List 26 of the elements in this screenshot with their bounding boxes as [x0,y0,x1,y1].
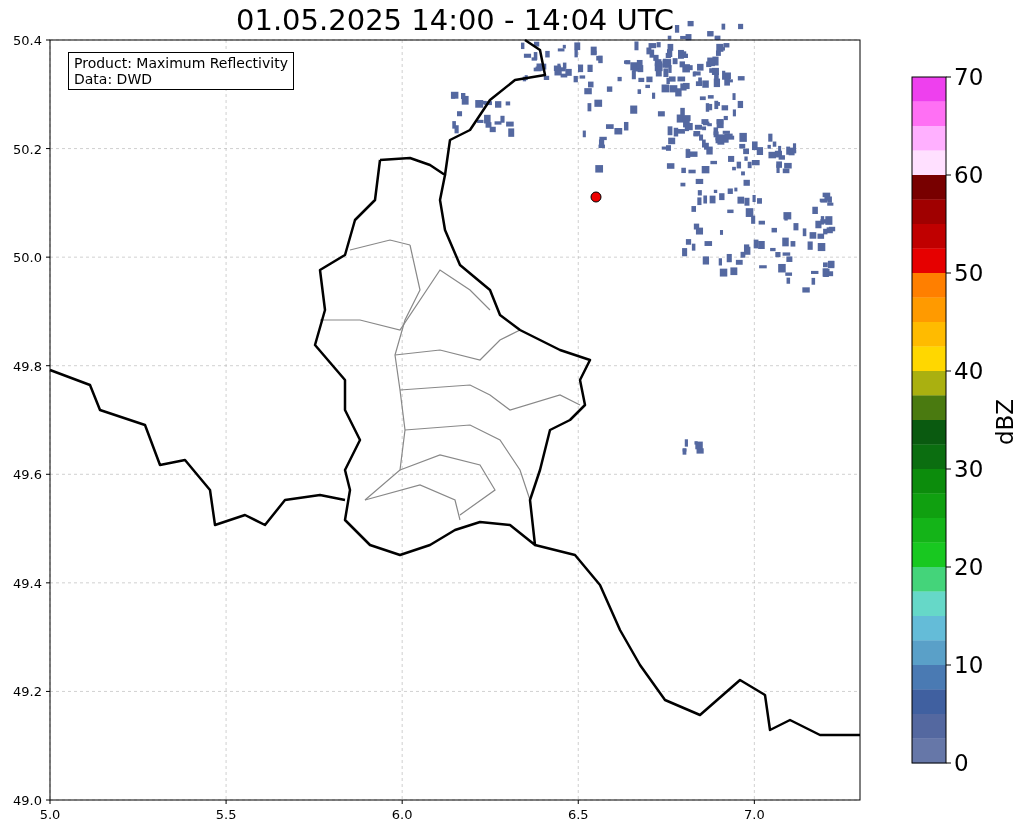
colorbar-tick-label: 30 [954,456,984,482]
y-tick-label: 49.0 [13,793,42,808]
location-marker [590,191,602,203]
y-tick-label: 50.0 [13,250,42,266]
x-tick-label: 7.0 [744,807,765,822]
colorbar-tick-label: 10 [954,652,984,678]
info-text: Data: DWD [74,71,153,87]
y-tick-label: 50.2 [13,141,42,157]
colorbar-tick-label: 40 [954,358,984,384]
colorbar-tick-label: 0 [954,750,969,776]
x-tick-label: 5.0 [39,807,61,822]
y-tick-label: 49.8 [13,358,42,374]
colorbar-tick-label: 70 [954,64,984,90]
y-tick-label: 49.6 [13,467,42,483]
info-text: Product: Maximum Reflectivity [74,55,288,71]
x-tick-label: 6.0 [391,807,413,822]
y-tick-label: 49.2 [13,684,42,700]
colorbar-tick-label: 20 [954,554,984,580]
y-tick-label: 50.4 [13,33,42,48]
x-tick-label: 5.5 [215,807,237,822]
chart-title: 01.05.2025 14:00 - 14:04 UTC [235,2,675,39]
x-tick-label: 6.5 [567,807,589,822]
y-tick-label: 49.4 [13,575,42,591]
colorbar-tick-label: 60 [954,162,984,188]
colorbar-tick-label: 50 [954,260,984,286]
colorbar-label: dBZ [992,398,1018,446]
